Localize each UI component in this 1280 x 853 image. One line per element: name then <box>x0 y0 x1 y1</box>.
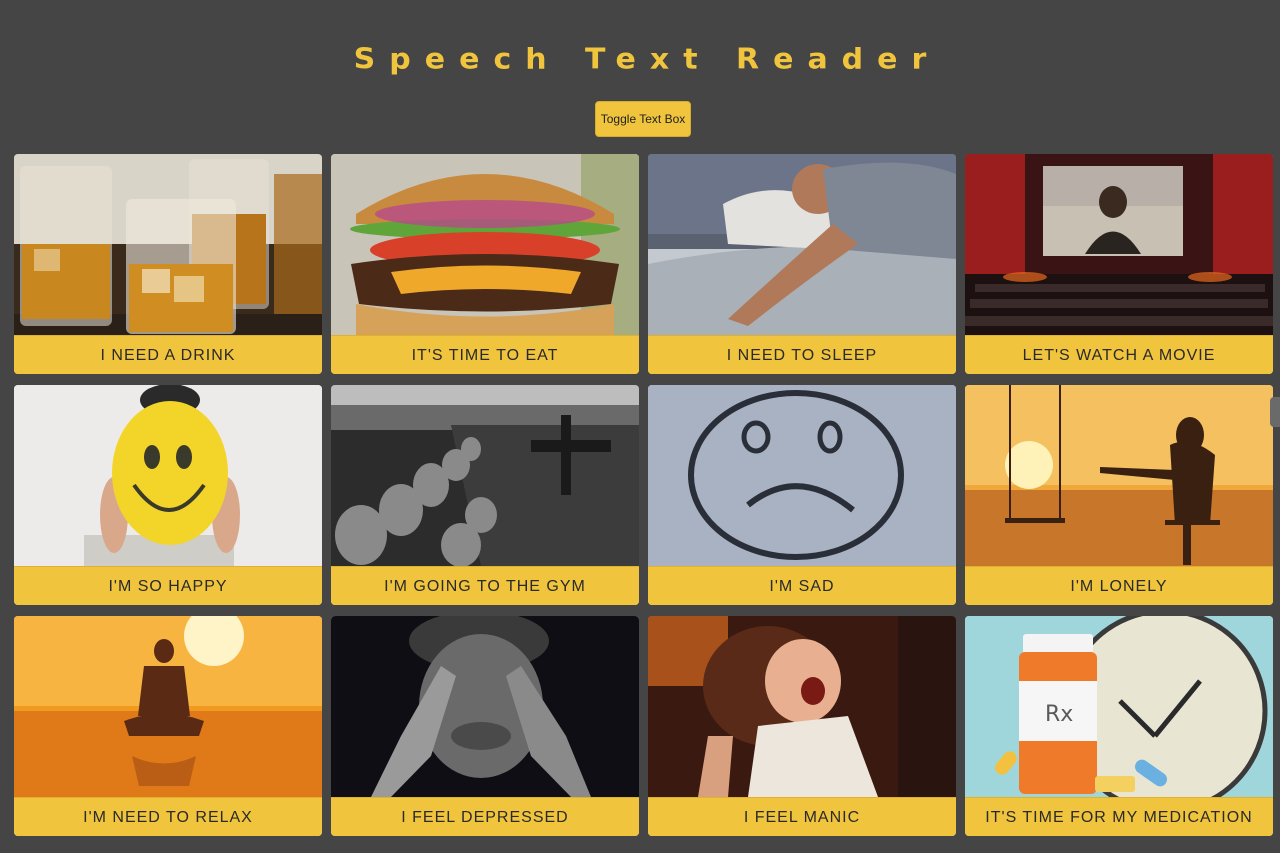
card-drink[interactable]: I NEED A DRINK <box>14 154 322 374</box>
card-label: LET'S WATCH A MOVIE <box>965 335 1273 374</box>
card-label: I'M NEED TO RELAX <box>14 797 322 836</box>
card-label: I NEED TO SLEEP <box>648 335 956 374</box>
card-grid: I NEED A DRINK IT'S TIME TO EAT I NEED T… <box>14 154 1273 836</box>
card-medication[interactable]: Rx IT'S TIME FOR MY MEDICATION <box>965 616 1273 836</box>
side-scroll-tab[interactable] <box>1270 397 1280 427</box>
meditation-sunset-image <box>14 616 322 797</box>
card-label: I FEEL DEPRESSED <box>331 797 639 836</box>
smiley-balloon-image <box>14 385 322 566</box>
card-label: IT'S TIME FOR MY MEDICATION <box>965 797 1273 836</box>
pills-clock-image: Rx <box>965 616 1273 797</box>
card-movie[interactable]: LET'S WATCH A MOVIE <box>965 154 1273 374</box>
app-title: Speech Text Reader <box>353 42 941 77</box>
whiskey-glasses-image <box>14 154 322 335</box>
burger-image <box>331 154 639 335</box>
svg-text:Rx: Rx <box>1045 702 1073 727</box>
screaming-woman-image <box>648 616 956 797</box>
card-label: I'M SAD <box>648 566 956 605</box>
card-label: I'M LONELY <box>965 566 1273 605</box>
card-eat[interactable]: IT'S TIME TO EAT <box>331 154 639 374</box>
swing-sunset-image <box>965 385 1273 566</box>
head-in-hands-image <box>331 616 639 797</box>
sad-face-sand-image <box>648 385 956 566</box>
card-lonely[interactable]: I'M LONELY <box>965 385 1273 605</box>
card-relax[interactable]: I'M NEED TO RELAX <box>14 616 322 836</box>
gym-dumbbells-image <box>331 385 639 566</box>
card-label: I FEEL MANIC <box>648 797 956 836</box>
card-sleep[interactable]: I NEED TO SLEEP <box>648 154 956 374</box>
card-label: I'M SO HAPPY <box>14 566 322 605</box>
card-depressed[interactable]: I FEEL DEPRESSED <box>331 616 639 836</box>
toggle-text-box-button[interactable]: Toggle Text Box <box>595 101 691 137</box>
card-label: I'M GOING TO THE GYM <box>331 566 639 605</box>
card-label: I NEED A DRINK <box>14 335 322 374</box>
card-label: IT'S TIME TO EAT <box>331 335 639 374</box>
cinema-image <box>965 154 1273 335</box>
card-sad[interactable]: I'M SAD <box>648 385 956 605</box>
card-manic[interactable]: I FEEL MANIC <box>648 616 956 836</box>
card-happy[interactable]: I'M SO HAPPY <box>14 385 322 605</box>
card-gym[interactable]: I'M GOING TO THE GYM <box>331 385 639 605</box>
sleeping-man-image <box>648 154 956 335</box>
